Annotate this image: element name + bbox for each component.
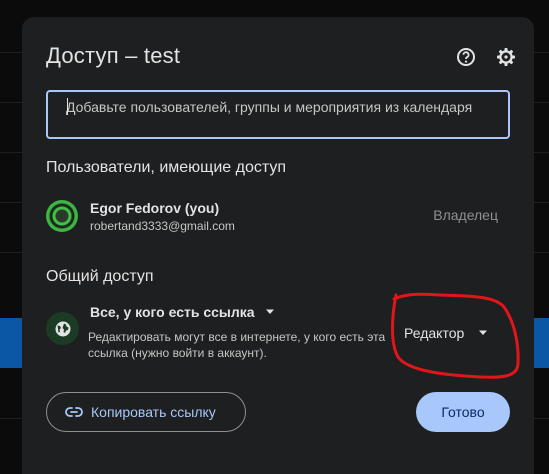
user-email: robertand3333@gmail.com bbox=[90, 219, 235, 233]
dialog-title: Доступ – test bbox=[46, 43, 181, 68]
help-circle-icon[interactable] bbox=[455, 46, 477, 68]
copy-link-label: Копировать ссылку bbox=[91, 404, 216, 420]
text-cursor bbox=[67, 98, 68, 115]
user-role-owner: Владелец bbox=[433, 207, 498, 223]
gear-icon[interactable] bbox=[495, 46, 517, 68]
done-label: Готово bbox=[441, 404, 485, 420]
general-access-heading: Общий доступ bbox=[46, 268, 154, 285]
add-people-placeholder: Добавьте пользователей, группы и меропри… bbox=[66, 99, 473, 115]
red-annotation-circle bbox=[391, 292, 520, 379]
link-icon bbox=[65, 407, 83, 417]
add-people-input[interactable]: Добавьте пользователей, группы и меропри… bbox=[46, 90, 510, 139]
copy-link-button[interactable]: Копировать ссылку bbox=[46, 392, 246, 432]
globe-icon bbox=[46, 312, 79, 345]
avatar bbox=[46, 200, 78, 232]
general-access-description: Редактировать могут все в интернете, у к… bbox=[88, 330, 386, 360]
general-access-dropdown[interactable]: Все, у кого есть ссылка bbox=[90, 304, 275, 320]
done-button[interactable]: Готово bbox=[416, 392, 510, 432]
share-dialog: Доступ – test Добавьте пользователей, гр… bbox=[22, 17, 534, 474]
users-with-access-heading: Пользователи, имеющие доступ bbox=[46, 159, 287, 176]
chevron-down-icon bbox=[265, 309, 274, 314]
user-name: Egor Fedorov (you) bbox=[90, 200, 220, 216]
general-access-type-label: Все, у кого есть ссылка bbox=[90, 304, 255, 320]
